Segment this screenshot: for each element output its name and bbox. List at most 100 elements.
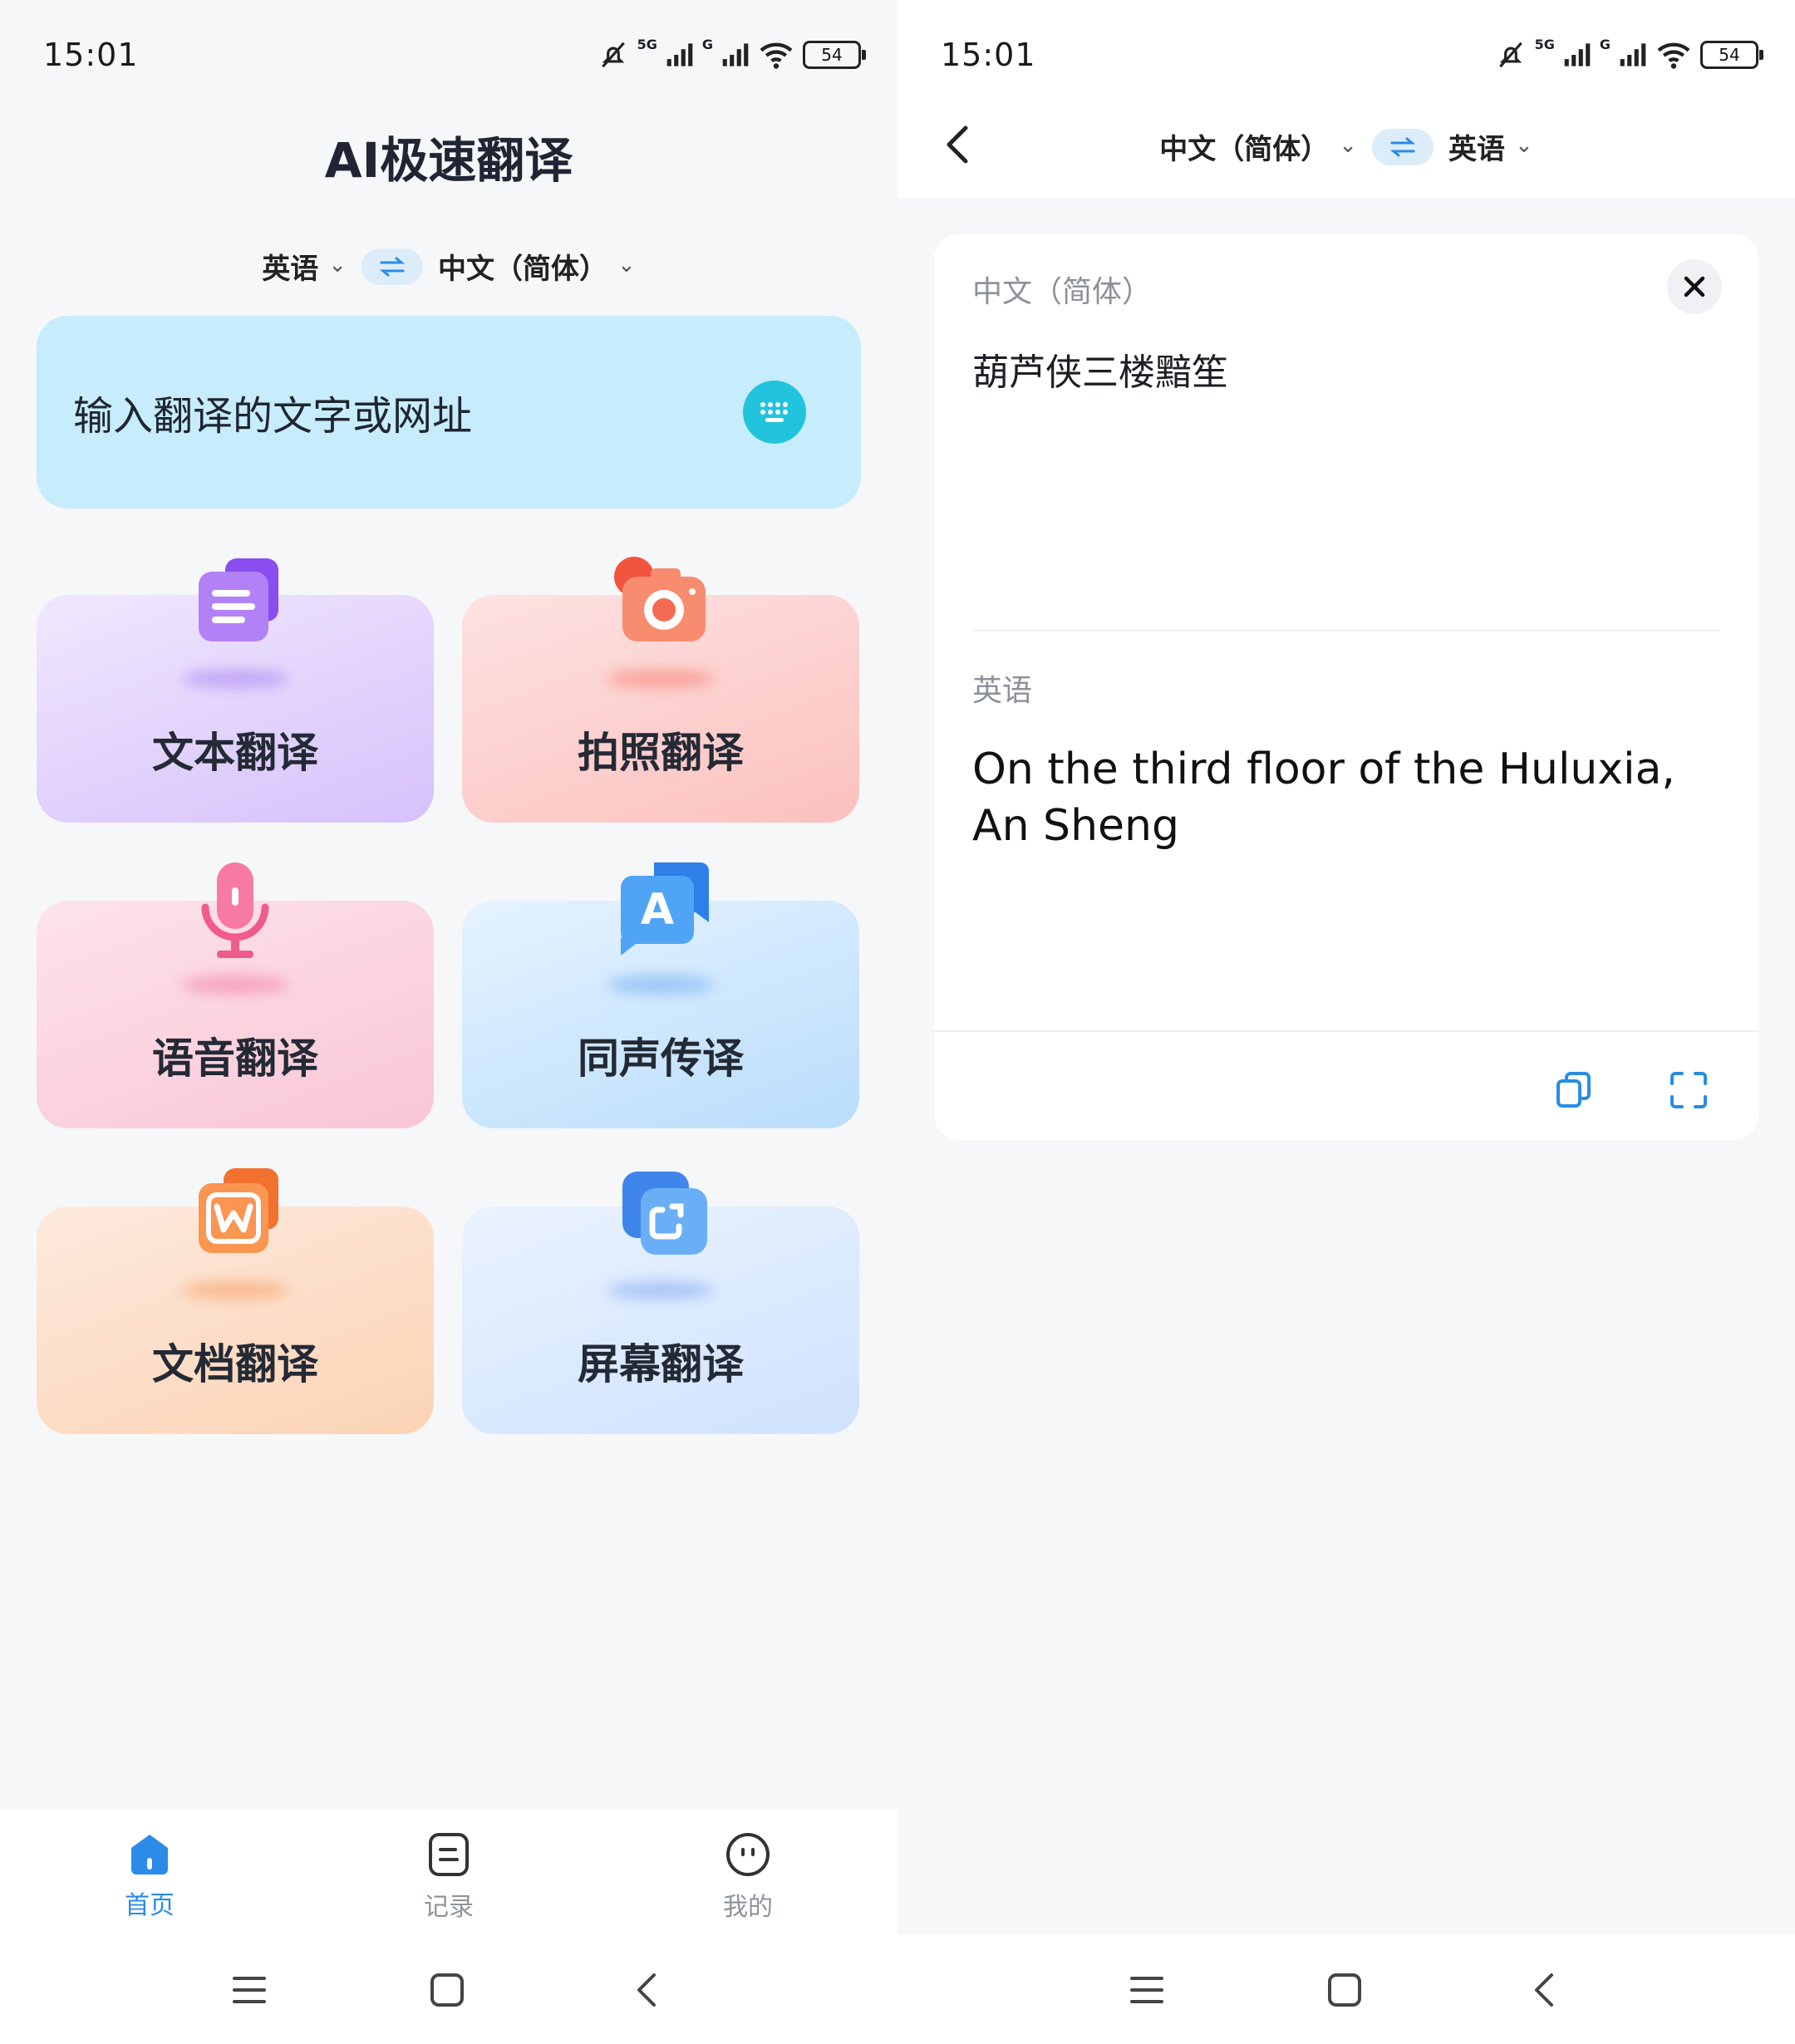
- menu-nav-button[interactable]: [224, 1968, 274, 2012]
- chevron-down-icon: ⌄: [617, 252, 636, 278]
- signal-icon: [666, 43, 693, 66]
- source-text[interactable]: 葫芦侠三楼黯笙: [972, 342, 1228, 396]
- source-language-label: 英语: [262, 253, 319, 286]
- keyboard-button[interactable]: [743, 381, 806, 444]
- network-5g-label: 5G: [637, 37, 657, 52]
- status-time: 15:01: [43, 37, 139, 73]
- home-icon: [131, 1835, 168, 1874]
- divider: [934, 1030, 1758, 1032]
- text-input-card[interactable]: 输入翻译的文字或网址: [37, 316, 861, 509]
- source-language-heading: 中文（简体）: [972, 275, 1153, 309]
- swap-icon: [1389, 137, 1416, 156]
- feature-label: 文本翻译: [152, 729, 318, 777]
- menu-icon: [1130, 1977, 1163, 2003]
- clear-button[interactable]: [1667, 259, 1722, 314]
- source-language-label: 中文（简体）: [1159, 133, 1330, 166]
- system-navigation-bar: [898, 1934, 1795, 2044]
- simultaneous-interpret-card[interactable]: A 同声传译: [462, 862, 859, 1128]
- tab-profile[interactable]: 我的: [681, 1831, 814, 1923]
- wifi-icon: [760, 42, 793, 69]
- top-navigation: 15:01 5G G 54 中文（简体） ⌄ 英语 ⌄: [898, 0, 1795, 198]
- network-5g-label: 5G: [1534, 37, 1555, 52]
- text-translate-card[interactable]: 文本翻译: [37, 558, 434, 823]
- swap-language-button[interactable]: [361, 248, 423, 285]
- signal-icon: [722, 43, 749, 66]
- record-icon: [429, 1833, 469, 1876]
- target-language-label: 中文（简体）: [438, 253, 607, 286]
- back-nav-button[interactable]: [622, 1968, 671, 2012]
- target-language-select[interactable]: 英语 ⌄: [1448, 126, 1533, 167]
- divider: [972, 630, 1720, 631]
- translation-card: 中文（简体） 葫芦侠三楼黯笙 英语 On the third floor of …: [934, 234, 1758, 1140]
- tab-label: 首页: [125, 1891, 175, 1920]
- signal-icon: [1564, 43, 1591, 66]
- fullscreen-icon: [1670, 1072, 1707, 1108]
- copy-button[interactable]: [1549, 1065, 1599, 1115]
- document-text-icon: [199, 558, 278, 641]
- feature-label: 语音翻译: [152, 1034, 318, 1083]
- signal-icon: [1620, 43, 1646, 66]
- square-home-icon: [430, 1973, 464, 2007]
- document-translate-card[interactable]: 文档翻译: [37, 1168, 434, 1434]
- photo-translate-card[interactable]: 拍照翻译: [462, 557, 859, 823]
- profile-icon: [726, 1833, 770, 1876]
- fullscreen-button[interactable]: [1664, 1065, 1714, 1115]
- target-language-select[interactable]: 中文（简体） ⌄: [438, 246, 636, 287]
- status-bar: 15:01 5G G 54: [898, 0, 1795, 116]
- target-language-heading: 英语: [972, 674, 1033, 708]
- close-icon: [1684, 276, 1705, 297]
- microphone-icon: [201, 862, 269, 958]
- mute-bell-icon: [601, 42, 625, 68]
- chevron-down-icon: ⌄: [328, 252, 347, 278]
- battery-indicator: 54: [1700, 41, 1763, 69]
- tab-history[interactable]: 记录: [382, 1831, 515, 1923]
- screen-capture-icon: [622, 1172, 707, 1255]
- copy-icon: [1556, 1072, 1591, 1108]
- system-navigation-bar: [0, 1934, 898, 2044]
- simultaneous-interpret-icon: A: [621, 862, 709, 956]
- keyboard-icon: [760, 402, 788, 422]
- voice-translate-card[interactable]: 语音翻译: [37, 862, 434, 1128]
- status-time: 15:01: [941, 37, 1036, 73]
- translation-result-screen: 15:01 5G G 54 中文（简体） ⌄ 英语 ⌄ 中文（简体） 葫芦侠三楼…: [898, 0, 1795, 2044]
- status-icons: 5G G 54: [1495, 37, 1763, 73]
- source-language-select[interactable]: 中文（简体） ⌄: [1159, 126, 1357, 167]
- feature-label: 同声传译: [578, 1034, 744, 1083]
- network-g-label: G: [701, 37, 713, 52]
- translated-text: On the third floor of the Huluxia, An Sh…: [972, 744, 1675, 851]
- feature-label: 拍照翻译: [578, 729, 744, 777]
- home-nav-button[interactable]: [422, 1968, 472, 2012]
- status-icons: 5G G 54: [598, 37, 866, 73]
- swap-language-button[interactable]: [1372, 128, 1434, 165]
- chevron-down-icon: ⌄: [1339, 132, 1357, 158]
- tab-home[interactable]: 首页: [83, 1831, 216, 1921]
- tab-label: 记录: [424, 1893, 474, 1922]
- back-chevron-icon: [637, 1973, 656, 2007]
- screen-translate-card[interactable]: 屏幕翻译: [462, 1172, 859, 1434]
- back-nav-button[interactable]: [1519, 1968, 1569, 2012]
- bottom-tab-bar: 首页 记录 我的: [0, 1810, 898, 1934]
- word-document-icon: [199, 1168, 278, 1253]
- back-chevron-icon: [1535, 1973, 1553, 2007]
- input-placeholder: 输入翻译的文字或网址: [73, 393, 473, 440]
- menu-icon: [233, 1977, 266, 2003]
- source-language-select[interactable]: 英语 ⌄: [262, 246, 347, 287]
- target-language-label: 英语: [1448, 133, 1505, 166]
- tab-label: 我的: [723, 1893, 773, 1922]
- network-g-label: G: [1599, 37, 1611, 52]
- square-home-icon: [1328, 1973, 1361, 2007]
- wifi-icon: [1657, 42, 1690, 69]
- swap-icon: [379, 257, 406, 276]
- chevron-down-icon: ⌄: [1515, 132, 1533, 158]
- feature-label: 屏幕翻译: [578, 1340, 744, 1388]
- svg-text:A: A: [641, 885, 674, 935]
- language-selector: 中文（简体） ⌄ 英语 ⌄: [898, 126, 1795, 167]
- battery-indicator: 54: [803, 41, 866, 69]
- home-screen: 15:01 5G G 54 AI极速翻译 英语 ⌄ 中文（简体） ⌄ 输入翻译的…: [0, 0, 898, 2044]
- home-nav-button[interactable]: [1320, 1968, 1370, 2012]
- camera-icon: [614, 557, 706, 641]
- status-bar: 15:01 5G G 54: [0, 0, 898, 116]
- language-selector: 英语 ⌄ 中文（简体） ⌄: [0, 246, 898, 287]
- menu-nav-button[interactable]: [1122, 1968, 1172, 2012]
- mute-bell-icon: [1498, 42, 1522, 68]
